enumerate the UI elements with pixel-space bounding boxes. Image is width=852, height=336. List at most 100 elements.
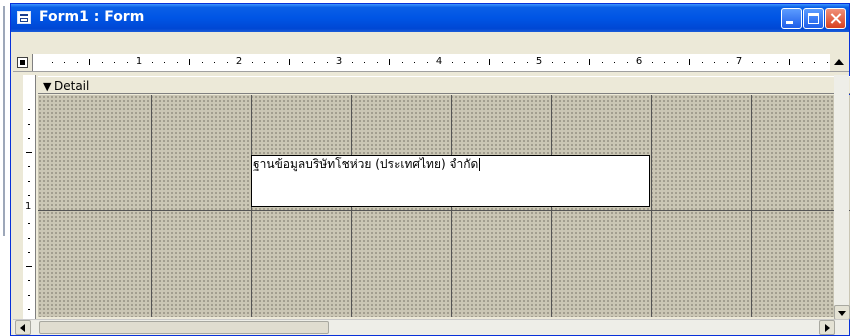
ruler-tick — [552, 62, 553, 63]
ruler-tick — [28, 280, 30, 281]
ruler-tick — [614, 62, 615, 63]
title-bar[interactable]: Form1 : Form — [11, 4, 849, 32]
ruler-tick — [277, 62, 278, 63]
form-icon[interactable] — [17, 11, 31, 24]
ruler-tick — [589, 59, 590, 65]
ruler-tick — [664, 62, 665, 63]
ruler-tick — [677, 62, 678, 63]
ruler-tick — [227, 62, 228, 63]
ruler-tick — [489, 59, 490, 65]
horizontal-scrollbar[interactable] — [13, 319, 849, 335]
ruler-mark-3: 3 — [335, 56, 343, 67]
ruler-tick — [602, 62, 603, 63]
ruler-tick — [777, 62, 778, 63]
ruler-tick — [28, 223, 30, 224]
grid-line-vertical — [651, 95, 652, 317]
ruler-tick — [214, 62, 215, 63]
ruler-tick — [327, 62, 328, 63]
edge-line — [3, 6, 5, 236]
maximize-icon[interactable] — [803, 8, 824, 29]
ruler-mark-6: 6 — [635, 56, 643, 67]
ruler-tick — [289, 59, 290, 65]
desktop-edge — [0, 0, 10, 336]
ruler-mark-4: 4 — [435, 56, 443, 67]
ruler-mark-v1: 1 — [25, 201, 32, 212]
ruler-tick — [464, 62, 465, 63]
ruler-tick — [52, 62, 53, 63]
label-control[interactable]: ฐานข้อมูลบริษัทโชห่วย (ประเทศไทย) จำกัด — [251, 155, 650, 207]
ruler-tick — [89, 59, 90, 65]
ruler-tick — [389, 59, 390, 65]
label-control-text: ฐานข้อมูลบริษัทโชห่วย (ประเทศไทย) จำกัด — [253, 157, 479, 171]
ruler-tick — [514, 62, 515, 63]
ruler-tick — [28, 166, 30, 167]
ruler-tick — [377, 62, 378, 63]
ruler-tick — [28, 181, 30, 182]
ruler-tick — [28, 295, 30, 296]
ruler-tick — [727, 62, 728, 63]
ruler-tick — [102, 62, 103, 63]
ruler-tick — [28, 195, 30, 196]
ruler-tick — [352, 62, 353, 63]
ruler-tick — [714, 62, 715, 63]
ruler-tick — [752, 62, 753, 63]
ruler-tick — [64, 62, 65, 63]
vertical-scrollbar[interactable] — [834, 75, 850, 320]
ruler-mark-1: 1 — [135, 56, 143, 67]
form-selector[interactable] — [17, 57, 28, 68]
ruler-tick — [164, 62, 165, 63]
ruler-tick — [77, 62, 78, 63]
ruler-tick — [527, 62, 528, 63]
ruler-mark-7: 7 — [735, 56, 743, 67]
ruler-tick — [364, 62, 365, 63]
close-icon[interactable] — [825, 8, 846, 29]
ruler-tick — [652, 62, 653, 63]
design-grid[interactable]: ฐานข้อมูลบริษัทโชห่วย (ประเทศไทย) จำกัด — [38, 95, 850, 317]
scroll-up-icon[interactable] — [831, 55, 847, 71]
ruler-tick — [114, 62, 115, 63]
ruler-tick — [477, 62, 478, 63]
scroll-left-icon[interactable] — [15, 320, 31, 335]
ruler-tick — [202, 62, 203, 63]
ruler-tick — [764, 62, 765, 63]
window-title: Form1 : Form — [39, 9, 145, 25]
ruler-tick — [802, 62, 803, 63]
ruler-tick — [28, 309, 30, 310]
ruler-tick — [28, 109, 30, 110]
ruler-tick — [302, 62, 303, 63]
ruler-tick — [789, 59, 790, 65]
ruler-tick — [252, 62, 253, 63]
ruler-tick — [452, 62, 453, 63]
grid-line-vertical — [751, 95, 752, 317]
horizontal-ruler[interactable]: 1 2 3 4 5 6 7 — [32, 54, 830, 71]
ruler-tick — [414, 62, 415, 63]
grid-line-horizontal — [38, 210, 850, 211]
ruler-tick — [152, 62, 153, 63]
form-design-window: Form1 : Form 1 2 3 4 5 6 7 1 ▼ Detail ฐานข้อมู… — [10, 3, 850, 336]
ruler-tick — [26, 152, 32, 153]
section-label: Detail — [54, 79, 90, 93]
ruler-tick — [177, 62, 178, 63]
ruler-tick — [627, 62, 628, 63]
section-arrow-icon: ▼ — [43, 80, 52, 93]
ruler-tick — [264, 62, 265, 63]
ruler-mark-5: 5 — [535, 56, 543, 67]
ruler-tick — [577, 62, 578, 63]
detail-section-bar[interactable]: ▼ Detail — [38, 76, 850, 94]
ruler-tick — [28, 138, 30, 139]
text-caret — [479, 158, 481, 171]
ruler-tick — [564, 62, 565, 63]
scroll-down-icon[interactable] — [834, 305, 850, 320]
grid-line-vertical — [151, 95, 152, 317]
ruler-tick — [26, 266, 32, 267]
ruler-tick — [827, 62, 828, 63]
ruler-tick — [28, 252, 30, 253]
horizontal-scroll-thumb[interactable] — [39, 321, 329, 334]
ruler-mark-2: 2 — [235, 56, 243, 67]
vertical-ruler[interactable]: 1 — [23, 75, 36, 319]
ruler-row: 1 2 3 4 5 6 7 — [13, 54, 849, 72]
ruler-tick — [702, 62, 703, 63]
ruler-tick — [314, 62, 315, 63]
scroll-right-icon[interactable] — [819, 320, 835, 335]
minimize-icon[interactable] — [781, 8, 802, 29]
